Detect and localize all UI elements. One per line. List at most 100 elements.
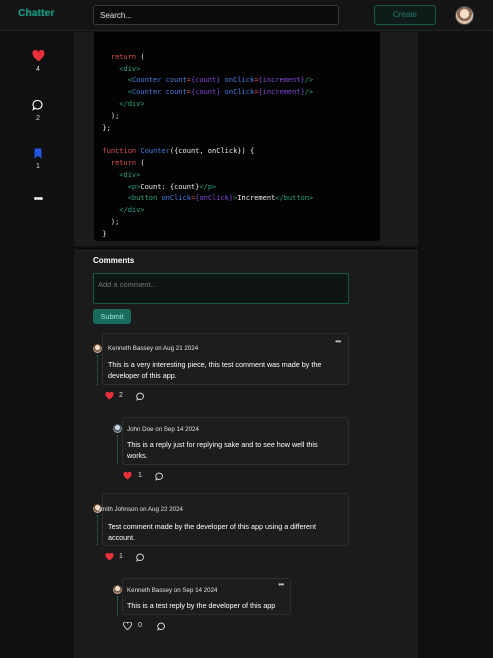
bookmark-count: 1: [36, 163, 40, 170]
comment-author: John Doe on Sep 14 2024: [127, 426, 199, 433]
code-token: />: [304, 88, 314, 97]
avatar[interactable]: [113, 585, 122, 594]
submit-button[interactable]: Submit: [93, 309, 131, 324]
comment-action[interactable]: 2: [27, 99, 49, 122]
comment-author: Kenneth Bassey on Aug 21 2024: [108, 345, 199, 352]
code-line: <p>Count: {count}</p>: [94, 182, 380, 194]
app-logo[interactable]: Chatter: [18, 8, 54, 19]
code-line: <div>: [94, 64, 380, 76]
comment-author: Kenneth Bassey on Sep 14 2024: [127, 587, 218, 594]
like-count: 1: [119, 553, 123, 560]
avatar[interactable]: [113, 424, 122, 433]
thread-line: [117, 435, 118, 463]
comments-heading: Comments: [93, 256, 135, 265]
reply-card: Kenneth Bassey on Sep 14 2024 ••• This i…: [122, 578, 291, 615]
code-token: </p>: [199, 182, 217, 191]
code-token: </div>: [94, 99, 145, 108]
code-line: );: [94, 217, 380, 229]
code-token: return: [94, 158, 141, 167]
comments-section: Comments Submit Kenneth Bassey on Aug 21…: [74, 250, 418, 658]
code-line: }: [94, 229, 380, 241]
comment-text: This is a reply just for replying sake a…: [127, 440, 318, 449]
comment-text: This is a test reply by the developer of…: [127, 601, 276, 610]
heart-icon[interactable]: [105, 392, 114, 400]
code-token: <button: [127, 194, 162, 203]
article-body: return ( <div> <Counter count={count} on…: [74, 32, 418, 246]
code-token: onClick: [220, 76, 255, 85]
comment-menu-icon[interactable]: •••: [335, 337, 341, 346]
code-line: };: [94, 123, 380, 135]
right-gutter: [418, 32, 493, 658]
code-token: return: [94, 52, 141, 61]
code-token: </button>: [275, 194, 314, 203]
code-token: ({count, onClick}) {: [169, 147, 255, 156]
code-token: }: [94, 229, 107, 238]
code-token: {count}: [190, 88, 221, 97]
reply-icon[interactable]: [136, 392, 145, 401]
bookmark-action[interactable]: 1: [27, 148, 49, 170]
comment-card: Smith Johnson on Aug 22 2024 Test commen…: [97, 493, 349, 546]
comment-count: 2: [36, 115, 40, 122]
comment-text: works.: [127, 451, 148, 460]
code-token: );: [94, 217, 120, 226]
like-count: 1: [138, 472, 142, 479]
code-token: {increment}: [258, 88, 305, 97]
heart-icon: [31, 49, 45, 62]
reply-icon[interactable]: [157, 622, 166, 631]
reply-icon[interactable]: [155, 472, 164, 481]
code-line: <button onClick={onClick}>Increment</but…: [94, 193, 380, 205]
code-token: onClick: [161, 194, 191, 203]
reply-card: John Doe on Sep 14 2024 This is a reply …: [122, 417, 349, 465]
code-line: </div>: [94, 205, 380, 217]
code-token: Counter: [140, 147, 170, 156]
code-token: onClick: [220, 88, 255, 97]
code-token: <p>: [127, 182, 141, 191]
code-token: <div>: [94, 64, 141, 73]
code-line: <Counter count={count} onClick={incremen…: [94, 75, 380, 87]
code-token: <div>: [94, 170, 141, 179]
code-line: <Counter count={count} onClick={incremen…: [94, 87, 380, 99]
heart-icon[interactable]: [123, 472, 132, 480]
heart-icon[interactable]: [105, 553, 114, 561]
reply-icon[interactable]: [136, 553, 145, 562]
code-block: return ( <div> <Counter count={count} on…: [94, 32, 380, 241]
like-action[interactable]: 4: [27, 49, 49, 73]
code-token: Increment: [237, 194, 276, 203]
comment-text: Test comment made by the developer of th…: [108, 522, 317, 531]
code-token: {count}: [190, 76, 221, 85]
comment-card: Kenneth Bassey on Aug 21 2024 ••• This i…: [102, 333, 349, 385]
reaction-sidebar: 4 2 1 •••: [0, 32, 74, 658]
heart-outline-icon[interactable]: [123, 622, 132, 630]
code-token: {onClick}: [195, 194, 234, 203]
code-line: );: [94, 111, 380, 123]
code-token: (: [140, 158, 145, 167]
thread-line: [97, 515, 98, 545]
comment-menu-icon[interactable]: •••: [278, 580, 284, 589]
code-token: Counter: [131, 76, 166, 85]
comment-input[interactable]: [93, 273, 349, 304]
search-input[interactable]: [93, 5, 339, 25]
bookmark-icon: [34, 148, 42, 159]
code-line: <div>: [94, 170, 380, 182]
code-token: function: [94, 147, 141, 156]
top-navbar: Chatter Create: [0, 0, 493, 31]
code-token: Counter: [131, 88, 166, 97]
user-avatar[interactable]: [455, 6, 474, 25]
code-token: );: [94, 111, 120, 120]
avatar[interactable]: [93, 344, 102, 353]
comment-author: Smith Johnson on Aug 22 2024: [97, 506, 184, 513]
code-token: };: [94, 123, 111, 132]
more-options-icon[interactable]: •••: [27, 193, 49, 205]
code-token: (: [140, 52, 145, 61]
code-token: </div>: [94, 206, 145, 215]
code-token: Count: {count}: [140, 182, 200, 191]
thread-line: [97, 355, 98, 385]
comment-text: account.: [108, 533, 136, 542]
create-button[interactable]: Create: [374, 5, 436, 25]
like-count: 4: [36, 66, 40, 73]
like-count: 2: [119, 392, 123, 399]
